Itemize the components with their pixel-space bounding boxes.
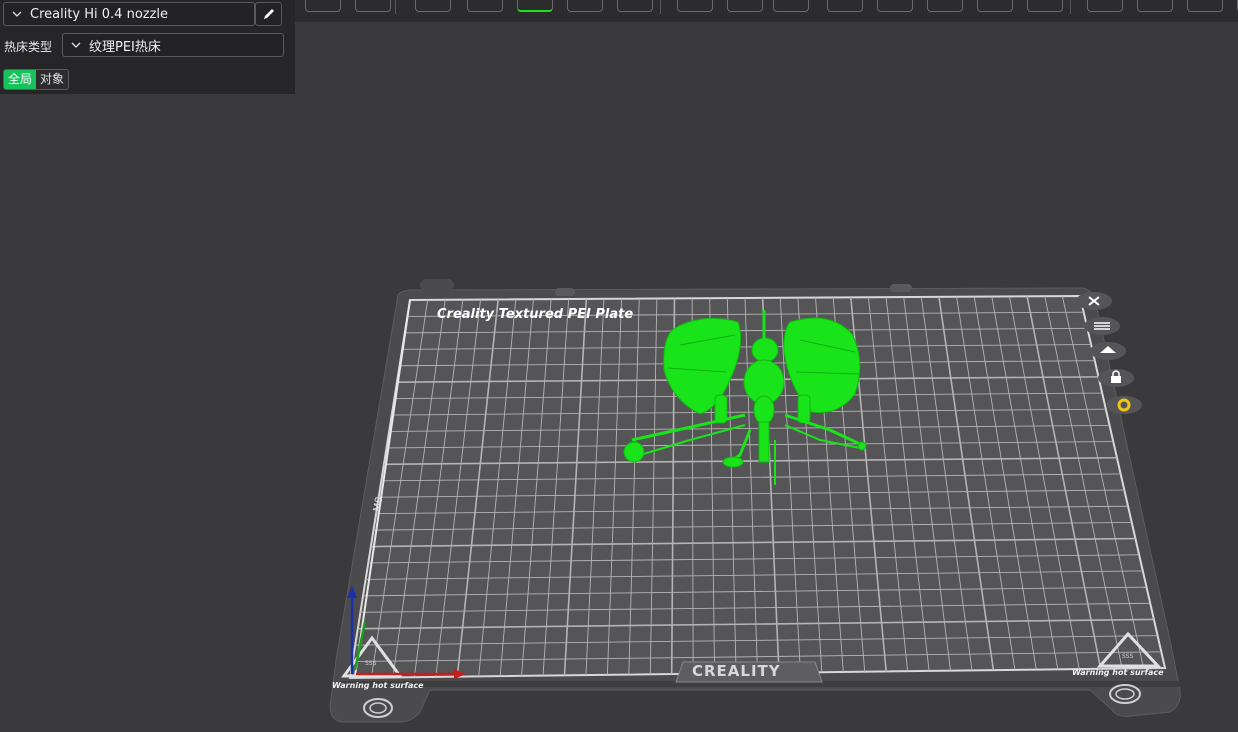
color-paint-button[interactable] [977, 0, 1013, 12]
printer-select[interactable]: Creality Hi 0.4 nozzle [3, 2, 255, 26]
settings-panel: Creality Hi 0.4 nozzle 热床类型 纹理PEI热床 全局 对… [0, 0, 295, 94]
printer-select-value: Creality Hi 0.4 nozzle [30, 6, 169, 22]
cut-button[interactable] [827, 0, 863, 12]
cube-view-button[interactable] [305, 0, 341, 12]
scope-toggle: 全局 对象 [3, 69, 70, 90]
plate-list-button[interactable] [1084, 317, 1120, 335]
scale-button[interactable] [773, 0, 809, 12]
move-button[interactable] [677, 0, 713, 12]
top-toolbar [295, 0, 1238, 22]
bed-type-select[interactable]: 纹理PEI热床 [62, 33, 284, 57]
chevron-down-icon [12, 11, 22, 17]
close-plate-button[interactable] [1076, 292, 1112, 310]
toolbar-separator [1070, 0, 1071, 14]
bed-type-label: 热床类型 [4, 40, 53, 54]
add-shape-button[interactable] [415, 0, 451, 12]
split-button[interactable] [617, 0, 653, 12]
lock-plate-button[interactable] [1098, 369, 1134, 387]
pencil-icon [263, 9, 274, 19]
plate-title: Creality Textured PEI Plate [437, 307, 633, 322]
chevron-down-icon [71, 42, 81, 48]
add-plate-button[interactable] [467, 0, 503, 12]
support-paint-button[interactable] [877, 0, 913, 12]
auto-arrange-button[interactable] [1090, 342, 1126, 360]
lock-icon [1111, 376, 1121, 383]
rotate-button[interactable] [727, 0, 763, 12]
keyboard-button[interactable] [355, 0, 391, 12]
svg-text:SSS: SSS [365, 660, 377, 667]
arrange-button[interactable] [567, 0, 603, 12]
svg-text:Warning hot surface: Warning hot surface [1072, 668, 1164, 677]
3d-viewport[interactable]: Creality Textured PEI Plate CREALITY SSS… [0, 0, 1238, 732]
auto-orient-button[interactable] [517, 0, 553, 12]
scope-global-button[interactable]: 全局 [4, 70, 37, 89]
measure-button[interactable] [1027, 0, 1063, 12]
svg-text:Warning hot surface: Warning hot surface [332, 681, 424, 690]
toolbar-separator [395, 0, 396, 14]
plate-settings-button[interactable] [1106, 396, 1142, 414]
scope-object-button[interactable]: 对象 [36, 70, 69, 89]
seam-paint-button[interactable] [927, 0, 963, 12]
svg-text:SSS: SSS [1122, 653, 1134, 660]
plate-brand-logo: CREALITY [692, 662, 781, 680]
bed-type-value: 纹理PEI热床 [89, 39, 161, 55]
variable-layer-button[interactable] [1137, 0, 1173, 12]
assembly-button[interactable] [1087, 0, 1123, 12]
text-button[interactable] [1187, 0, 1223, 12]
edit-printer-button[interactable] [255, 2, 282, 26]
toolbar-separator [660, 0, 661, 14]
